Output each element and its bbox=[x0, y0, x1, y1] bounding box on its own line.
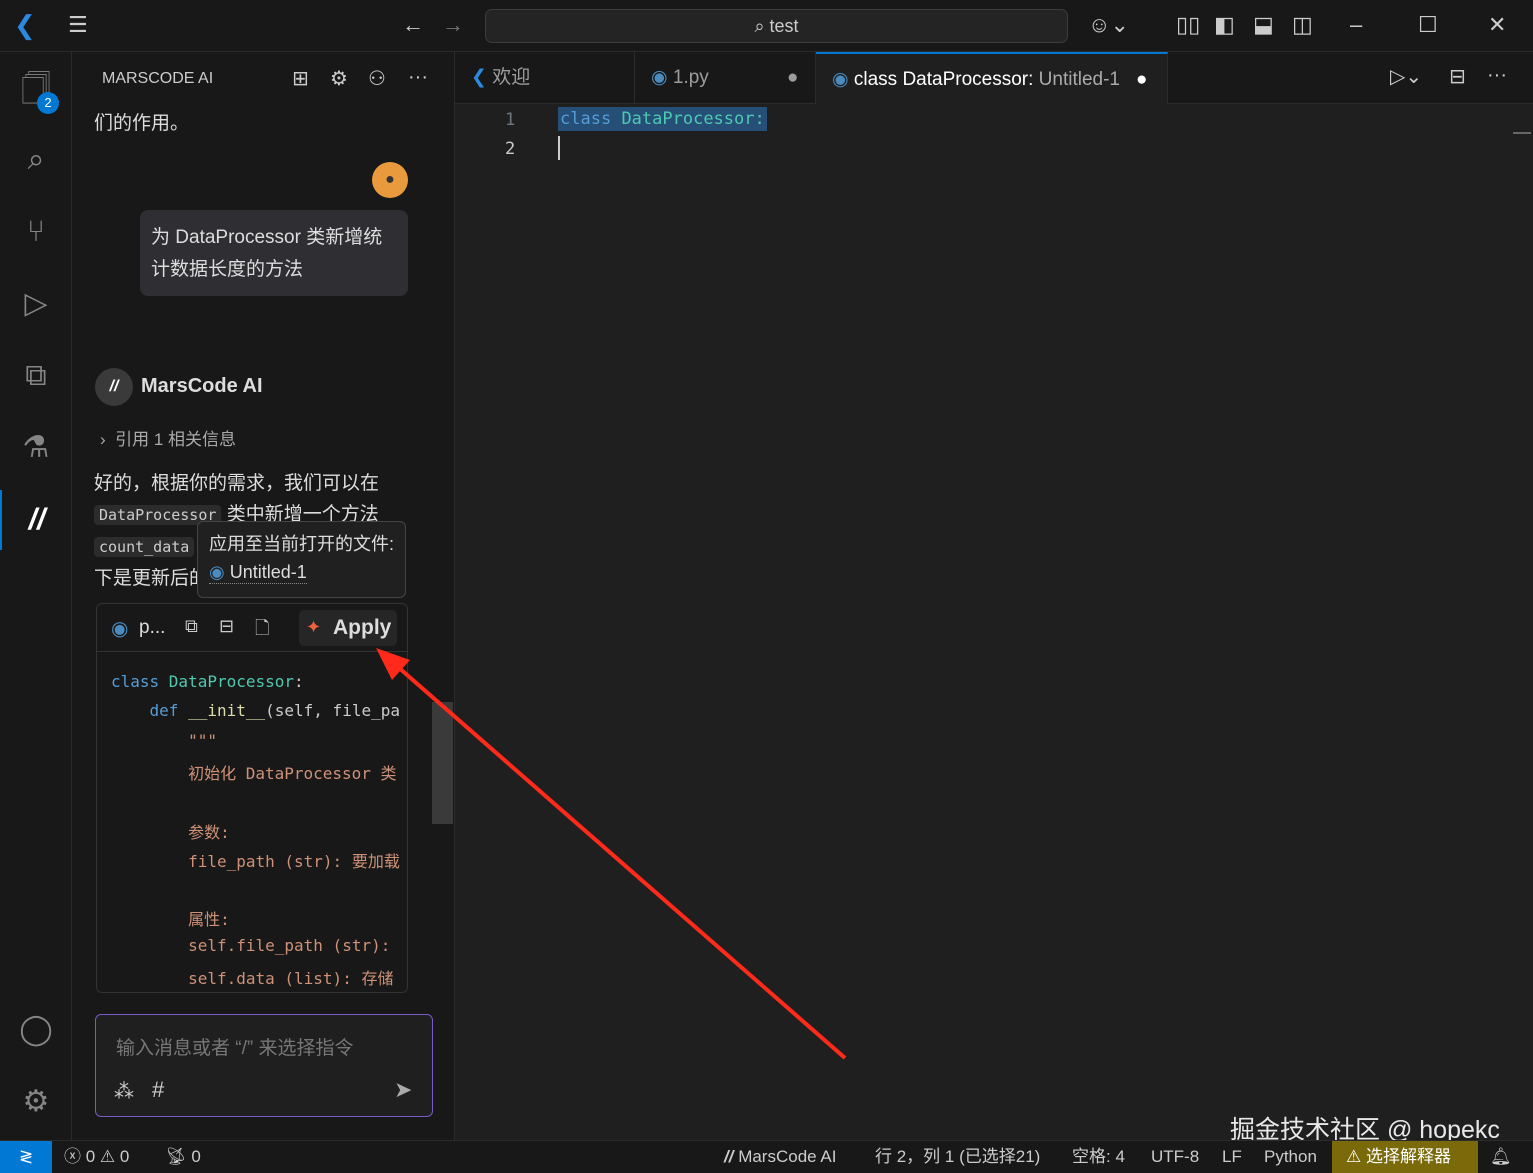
user-message: 为 DataProcessor 类新增统计数据长度的方法 bbox=[140, 210, 408, 296]
code-line: 属性: bbox=[111, 910, 230, 930]
settings-icon[interactable]: ⚙ bbox=[330, 66, 348, 91]
ai-name: MarsCode AI bbox=[141, 375, 263, 397]
copilot-icon[interactable]: ☺⌄ bbox=[1088, 12, 1129, 38]
code-block: ◉ p... ⧉ ⊟ 🗋 ✦ Apply class DataProcessor… bbox=[96, 603, 408, 993]
code-line: class DataProcessor: bbox=[111, 672, 304, 691]
indentation[interactable]: 空格: 4 bbox=[1072, 1141, 1125, 1173]
select-interpreter[interactable]: ⚠ 选择解释器 bbox=[1332, 1141, 1478, 1173]
text-cursor bbox=[558, 136, 560, 160]
cursor-position[interactable]: 行 2，列 1 (已选择21) bbox=[875, 1141, 1040, 1173]
toggle-sidebar-icon[interactable]: ◧ bbox=[1214, 12, 1235, 38]
line-number: 2 bbox=[505, 139, 516, 159]
minimize-icon[interactable]: – bbox=[1350, 12, 1362, 38]
back-icon[interactable]: ← bbox=[402, 12, 424, 38]
run-icon[interactable]: ▷⌄ bbox=[1390, 64, 1422, 89]
python-icon: ◉ bbox=[111, 618, 129, 640]
code-line: 初始化 DataProcessor 类 bbox=[111, 763, 397, 783]
code-block-toolbar: ◉ p... ⧉ ⊟ 🗋 ✦ Apply bbox=[97, 604, 407, 652]
vscode-icon: ❮ bbox=[471, 67, 487, 88]
code-line: 参数: bbox=[111, 822, 230, 842]
chevron-right-icon: › bbox=[100, 430, 116, 449]
previous-message-text: 们的作用。 bbox=[94, 113, 190, 134]
tab-untitled-1[interactable]: ◉ class DataProcessor: Untitled-1 ● bbox=[816, 52, 1168, 104]
toggle-panel-icon[interactable]: ⬓ bbox=[1253, 12, 1274, 38]
menu-icon[interactable]: ☰ bbox=[68, 12, 88, 38]
activity-bar: 🗍 2 ⌕ ⑂ ▷ ⧉ ⚗ // ◯ ⚙ bbox=[0, 52, 72, 1140]
command-center-search[interactable]: ⌕ test bbox=[485, 9, 1068, 43]
line-number: 1 bbox=[505, 110, 516, 130]
notifications-bell-icon[interactable]: 🔔︎ bbox=[1490, 1141, 1512, 1173]
reference-toggle[interactable]: › 引用 1 相关信息 bbox=[100, 425, 236, 450]
user-avatar: ● bbox=[372, 162, 408, 198]
source-control-icon[interactable]: ⑂ bbox=[0, 202, 72, 262]
customize-layout-icon[interactable]: ▯▯ bbox=[1176, 12, 1200, 38]
insert-icon[interactable]: ⊟ bbox=[219, 616, 234, 637]
marscode-avatar-icon: // bbox=[95, 368, 133, 406]
testing-icon[interactable]: ⚗ bbox=[0, 418, 72, 478]
apply-tooltip: 应用至当前打开的文件: ◉ Untitled-1 bbox=[197, 521, 406, 598]
settings-gear-icon[interactable]: ⚙ bbox=[0, 1072, 72, 1132]
eol[interactable]: LF bbox=[1222, 1141, 1242, 1173]
context-hash-button[interactable]: # bbox=[152, 1077, 164, 1103]
feedback-icon[interactable]: ⚇ bbox=[368, 66, 386, 91]
search-icon: ⌕ bbox=[754, 16, 770, 36]
python-icon: ◉ bbox=[832, 69, 849, 90]
forward-icon[interactable]: → bbox=[442, 12, 464, 38]
commands-icon[interactable]: ⁂ bbox=[114, 1079, 134, 1104]
code-line: file_path (str): 要加载 bbox=[111, 851, 400, 871]
code-line: self.data (list): 存储 bbox=[111, 969, 394, 988]
explorer-badge: 2 bbox=[37, 92, 59, 114]
tooltip-file-link[interactable]: ◉ Untitled-1 bbox=[209, 562, 307, 584]
inline-code: count_data bbox=[94, 537, 195, 557]
new-chat-icon[interactable]: ⊞ bbox=[292, 66, 309, 91]
problems-status[interactable]: ⓧ 0 ⚠ 0 bbox=[64, 1141, 129, 1173]
code-line: self.file_path (str): bbox=[111, 935, 391, 955]
toggle-secondary-sidebar-icon[interactable]: ◫ bbox=[1292, 12, 1313, 38]
code-line: """ bbox=[111, 730, 217, 750]
sparkle-icon: ✦ bbox=[306, 617, 322, 637]
marscode-icon[interactable]: // bbox=[0, 490, 72, 550]
status-bar: ≷ ⓧ 0 ⚠ 0 📡︎ 0 // MarsCode AI 行 2，列 1 (已… bbox=[0, 1140, 1533, 1173]
close-icon[interactable]: ✕ bbox=[1488, 12, 1506, 38]
more-actions-icon[interactable]: ··· bbox=[1487, 64, 1507, 87]
ports-status[interactable]: 📡︎ 0 bbox=[165, 1141, 201, 1173]
send-icon[interactable]: ➤ bbox=[394, 1077, 412, 1103]
panel-title: MARSCODE AI bbox=[102, 70, 214, 87]
remote-icon[interactable]: ≷ bbox=[0, 1141, 52, 1173]
python-icon: ◉ bbox=[651, 67, 668, 88]
language-mode[interactable]: Python bbox=[1264, 1141, 1317, 1173]
editor-tabs: ❮ 欢迎 ◉ 1.py ● ◉ class DataProcessor: Unti… bbox=[455, 52, 1533, 104]
tab-1py[interactable]: ◉ 1.py ● bbox=[635, 52, 816, 104]
code-language: p... bbox=[139, 617, 166, 638]
copy-icon[interactable]: ⧉ bbox=[185, 616, 198, 637]
dirty-dot-icon[interactable]: ● bbox=[787, 52, 798, 104]
vscode-logo-icon: ❮ bbox=[14, 10, 36, 40]
new-file-icon[interactable]: 🗋 bbox=[255, 616, 269, 646]
more-icon[interactable]: ··· bbox=[408, 66, 428, 89]
code-line: def __init__(self, file_pa bbox=[149, 701, 400, 721]
marscode-status[interactable]: // MarsCode AI bbox=[724, 1141, 836, 1173]
extensions-icon[interactable]: ⧉ bbox=[0, 346, 72, 406]
editor-line-1: class DataProcessor: bbox=[558, 107, 767, 131]
title-bar: ❮ ☰ ← → ⌕ test ☺⌄ ▯▯ ◧ ⬓ ◫ – ☐ ✕ bbox=[0, 0, 1533, 52]
tab-welcome[interactable]: ❮ 欢迎 bbox=[455, 52, 635, 104]
annotation-arrow bbox=[376, 648, 847, 1060]
python-icon: ◉ bbox=[209, 562, 225, 582]
run-debug-icon[interactable]: ▷ bbox=[0, 274, 72, 334]
dirty-dot-icon[interactable]: ● bbox=[1136, 54, 1147, 106]
split-editor-icon[interactable]: ⊟ bbox=[1449, 64, 1466, 89]
account-icon[interactable]: ◯ bbox=[0, 1000, 72, 1060]
chat-input-placeholder: 输入消息或者 “/” 来选择指令 bbox=[116, 1038, 354, 1059]
encoding[interactable]: UTF-8 bbox=[1151, 1141, 1199, 1173]
explorer-icon[interactable]: 🗍 bbox=[0, 60, 72, 120]
maximize-icon[interactable]: ☐ bbox=[1418, 12, 1438, 38]
search-icon[interactable]: ⌕ bbox=[0, 130, 72, 190]
minimap-slider[interactable] bbox=[1513, 132, 1531, 134]
